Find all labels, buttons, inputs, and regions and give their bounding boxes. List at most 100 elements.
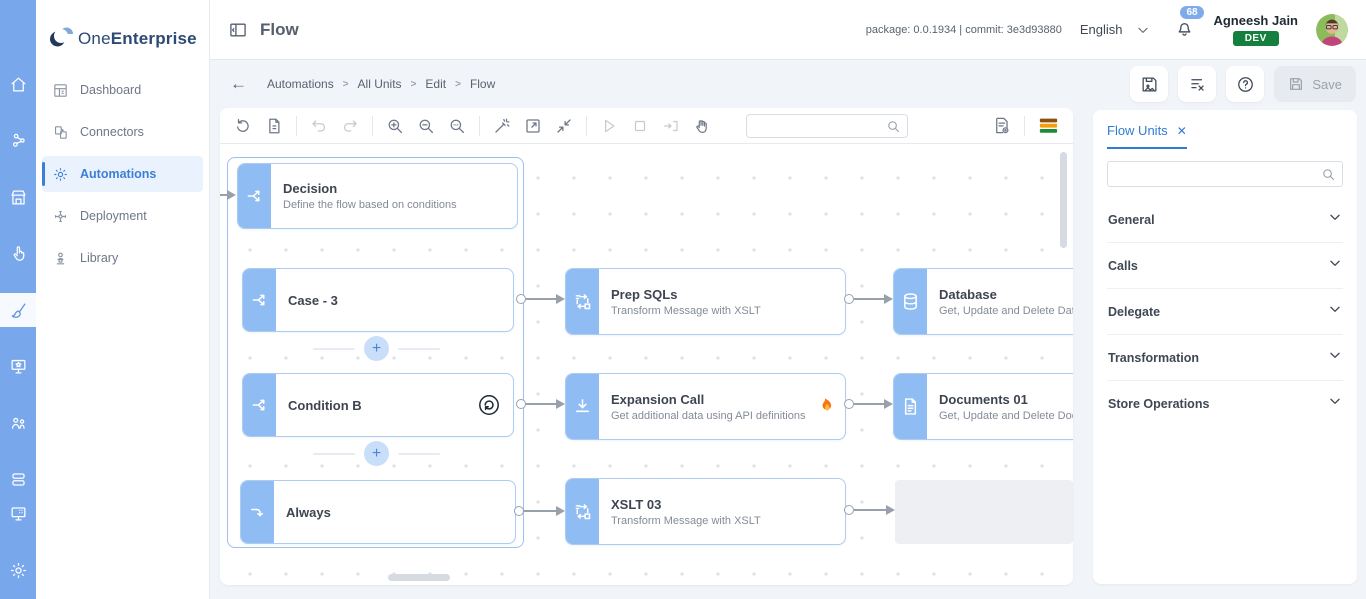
add-case-button[interactable]: + bbox=[364, 336, 389, 361]
users-icon[interactable] bbox=[0, 406, 36, 440]
output-port[interactable] bbox=[844, 505, 854, 515]
node-decision[interactable]: Decision Define the flow based on condit… bbox=[237, 163, 518, 229]
sidebar-item-label: Deployment bbox=[80, 209, 147, 223]
node-subtitle: Get additional data using API definition… bbox=[611, 410, 803, 422]
collapse-icon[interactable] bbox=[555, 117, 573, 135]
clear-flow-button[interactable] bbox=[1178, 66, 1216, 102]
pan-icon[interactable] bbox=[693, 117, 711, 135]
monitor-star-icon[interactable] bbox=[0, 349, 36, 383]
node-title: Documents 01 bbox=[939, 392, 1073, 407]
export-image-button[interactable] bbox=[1130, 66, 1168, 102]
wand-icon[interactable] bbox=[493, 117, 511, 135]
canvas-vertical-scrollbar[interactable] bbox=[1060, 152, 1067, 248]
download-icon bbox=[566, 374, 599, 439]
environment-badge: DEV bbox=[1233, 31, 1279, 46]
pointer-icon[interactable] bbox=[0, 236, 36, 270]
collapse-panel-icon[interactable] bbox=[228, 20, 248, 40]
node-database[interactable]: Database Get, Update and Delete Databa bbox=[893, 268, 1073, 335]
zoom-out-icon[interactable] bbox=[417, 117, 435, 135]
designer-icon[interactable] bbox=[0, 293, 36, 327]
automations-icon bbox=[52, 166, 69, 183]
canvas-search-input[interactable] bbox=[747, 115, 907, 137]
settings-icon[interactable] bbox=[0, 553, 36, 587]
legend-icon[interactable] bbox=[1038, 116, 1059, 135]
home-icon[interactable] bbox=[0, 67, 36, 101]
breadcrumb-all-units[interactable]: All Units bbox=[358, 77, 402, 91]
branch-icon bbox=[243, 374, 276, 436]
loop-icon[interactable] bbox=[477, 374, 513, 436]
main-content: ← Automations > All Units > Edit > Flow … bbox=[210, 60, 1366, 599]
node-case-3[interactable]: Case - 3 bbox=[242, 268, 514, 332]
output-port[interactable] bbox=[514, 506, 524, 516]
flow-units-search-input[interactable] bbox=[1108, 162, 1342, 186]
document-icon[interactable] bbox=[265, 117, 283, 135]
fit-screen-icon[interactable] bbox=[524, 117, 542, 135]
redo-icon[interactable] bbox=[341, 117, 359, 135]
accordion-store-operations[interactable]: Store Operations bbox=[1107, 381, 1343, 426]
node-expansion-call[interactable]: Expansion Call Get additional data using… bbox=[565, 373, 846, 440]
node-prep-sqls[interactable]: Prep SQLs Transform Message with XSLT bbox=[565, 268, 846, 335]
document-icon bbox=[894, 374, 927, 439]
app-logo[interactable]: OneEnterprise bbox=[36, 0, 209, 60]
node-xslt-03[interactable]: XSLT 03 Transform Message with XSLT bbox=[565, 478, 846, 545]
connectors-icon bbox=[52, 124, 69, 141]
node-title: Always bbox=[286, 505, 503, 520]
output-port[interactable] bbox=[516, 294, 526, 304]
undo-icon[interactable] bbox=[310, 117, 328, 135]
chevron-down-icon[interactable] bbox=[1328, 348, 1342, 367]
output-port[interactable] bbox=[844, 399, 854, 409]
storage-icon[interactable] bbox=[0, 462, 36, 496]
flow-entry-arrow bbox=[220, 190, 236, 200]
flow-toolbar bbox=[220, 108, 1073, 144]
add-case-button[interactable]: + bbox=[364, 441, 389, 466]
chevron-down-icon[interactable] bbox=[1328, 210, 1342, 229]
back-arrow-icon[interactable]: ← bbox=[230, 74, 247, 94]
audit-log-icon[interactable] bbox=[992, 116, 1011, 135]
zoom-in-icon[interactable] bbox=[386, 117, 404, 135]
output-port[interactable] bbox=[844, 294, 854, 304]
sidebar-item-connectors[interactable]: Connectors bbox=[42, 114, 203, 150]
connector-xslt03-next bbox=[844, 505, 895, 515]
notifications-bell[interactable]: 68 bbox=[1174, 17, 1195, 43]
sidebar-item-automations[interactable]: Automations bbox=[42, 156, 203, 192]
breadcrumb-edit[interactable]: Edit bbox=[425, 77, 446, 91]
marketplace-icon[interactable] bbox=[0, 180, 36, 214]
chevron-down-icon[interactable] bbox=[1328, 256, 1342, 275]
node-always[interactable]: Always bbox=[240, 480, 516, 544]
avatar[interactable] bbox=[1316, 14, 1348, 46]
icon-rail bbox=[0, 0, 36, 599]
search-icon bbox=[1321, 167, 1336, 187]
sidebar-item-deployment[interactable]: Deployment bbox=[42, 198, 203, 234]
step-icon[interactable] bbox=[662, 117, 680, 135]
reset-icon[interactable] bbox=[234, 117, 252, 135]
node-documents-01[interactable]: Documents 01 Get, Update and Delete Docu… bbox=[893, 373, 1073, 440]
accordion-calls[interactable]: Calls bbox=[1107, 243, 1343, 289]
node-condition-b[interactable]: Condition B bbox=[242, 373, 514, 437]
canvas-horizontal-scrollbar[interactable] bbox=[388, 574, 450, 581]
page-title: Flow bbox=[260, 20, 299, 40]
sidebar-item-library[interactable]: Library bbox=[42, 240, 203, 276]
accordion-general[interactable]: General bbox=[1107, 197, 1343, 243]
flame-icon bbox=[815, 374, 845, 439]
language-selector[interactable]: English bbox=[1080, 22, 1151, 37]
devices-icon[interactable] bbox=[0, 497, 36, 531]
run-icon[interactable] bbox=[600, 117, 618, 135]
accordion-delegate[interactable]: Delegate bbox=[1107, 289, 1343, 335]
save-button[interactable]: Save bbox=[1274, 66, 1356, 102]
tab-flow-units[interactable]: Flow Units ✕ bbox=[1107, 123, 1187, 149]
accordion-transformation[interactable]: Transformation bbox=[1107, 335, 1343, 381]
help-icon bbox=[1236, 75, 1255, 94]
output-port[interactable] bbox=[516, 399, 526, 409]
zoom-extent-icon[interactable] bbox=[448, 117, 466, 135]
chevron-down-icon[interactable] bbox=[1328, 302, 1342, 321]
chevron-down-icon[interactable] bbox=[1328, 394, 1342, 413]
stop-icon[interactable] bbox=[631, 117, 649, 135]
flow-canvas[interactable]: Decision Define the flow based on condit… bbox=[220, 144, 1073, 585]
team-icon[interactable] bbox=[0, 123, 36, 157]
sidebar-item-dashboard[interactable]: Dashboard bbox=[42, 72, 203, 108]
close-icon[interactable]: ✕ bbox=[1177, 124, 1187, 138]
breadcrumb-automations[interactable]: Automations bbox=[267, 77, 334, 91]
flow-units-accordion: General Calls Delegate Transformation St… bbox=[1107, 197, 1343, 426]
help-button[interactable] bbox=[1226, 66, 1264, 102]
chevron-right-icon: > bbox=[411, 79, 417, 90]
